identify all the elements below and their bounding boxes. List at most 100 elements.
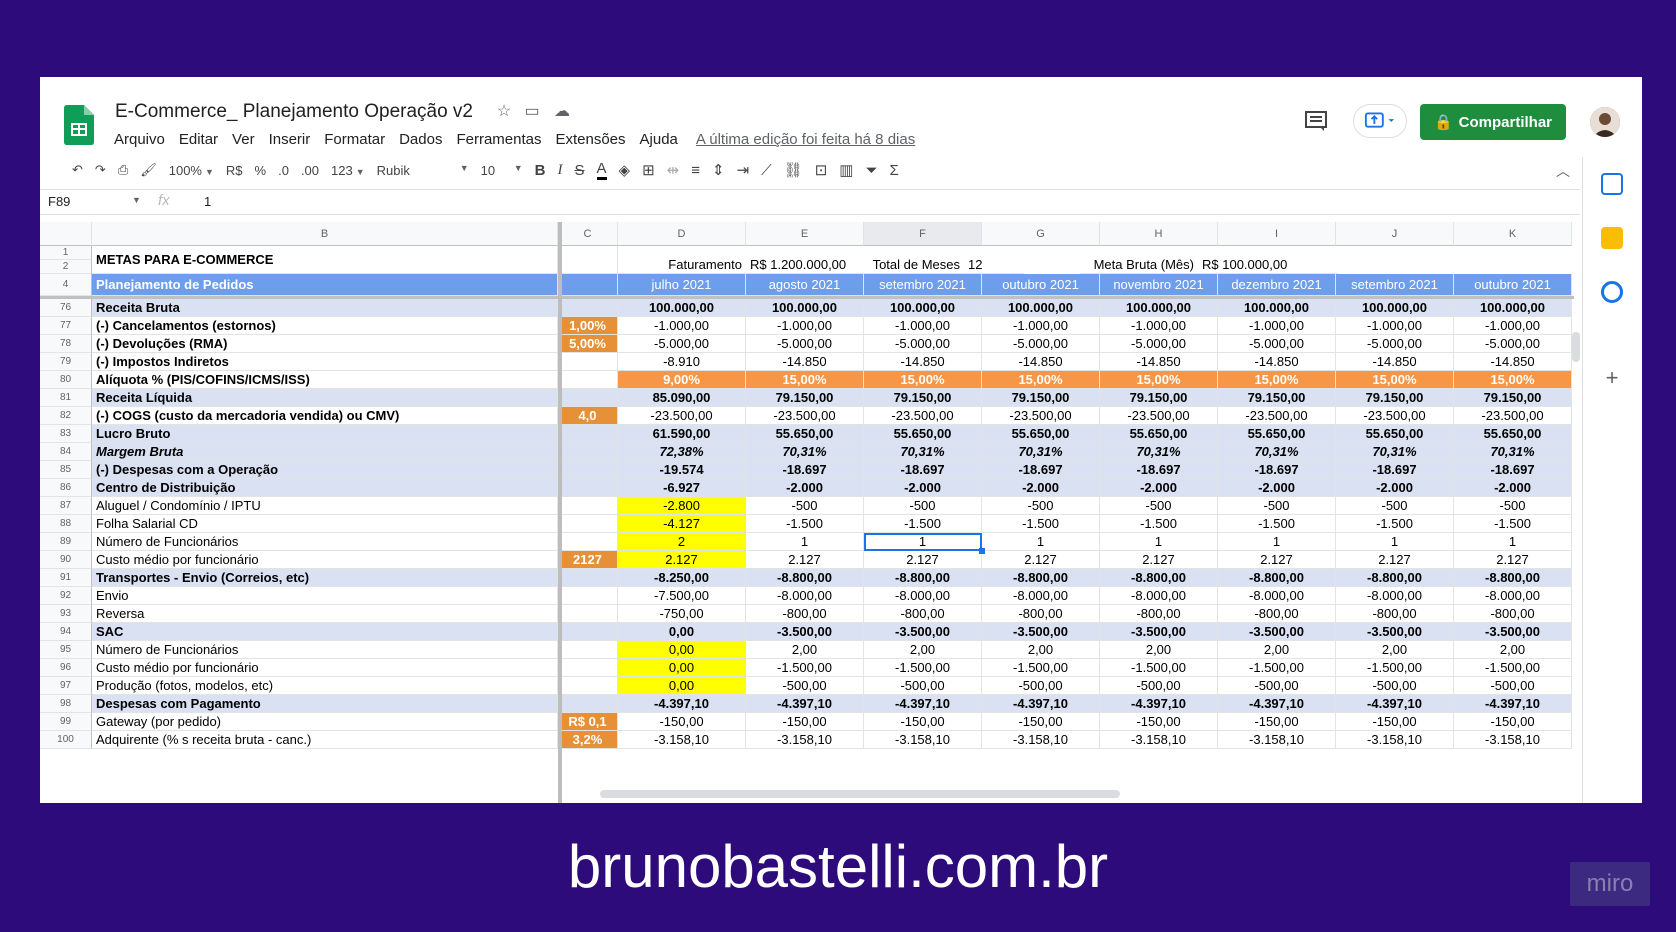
value-cell[interactable]: 2,00	[746, 641, 864, 659]
parameter-cell[interactable]	[558, 587, 618, 605]
value-cell[interactable]: -1.000,00	[746, 317, 864, 335]
value-cell[interactable]: 15,00%	[864, 371, 982, 389]
print-icon[interactable]: ⎙	[118, 162, 128, 178]
value-cell[interactable]: 55.650,00	[1100, 425, 1218, 443]
tasks-icon[interactable]	[1601, 281, 1623, 303]
value-cell[interactable]: -150,00	[982, 713, 1100, 731]
row-label[interactable]: Gateway (por pedido)	[92, 713, 558, 731]
parameter-cell[interactable]	[558, 677, 618, 695]
value-cell[interactable]: -500	[864, 497, 982, 515]
text-wrap-icon[interactable]: ⇥	[737, 161, 750, 179]
row-header[interactable]: 84	[40, 443, 92, 461]
parameter-cell[interactable]: 4,0	[558, 407, 618, 425]
value-cell[interactable]: 2.127	[746, 551, 864, 569]
value-cell[interactable]: -3.500,00	[746, 623, 864, 641]
column-header-b[interactable]: B	[92, 222, 558, 246]
value-cell[interactable]: 2,00	[864, 641, 982, 659]
row-label[interactable]: (-) Despesas com a Operação	[92, 461, 558, 479]
row-label[interactable]: Adquirente (% s receita bruta - canc.)	[92, 731, 558, 749]
value-cell[interactable]: -4.397,10	[746, 695, 864, 713]
row-header[interactable]: 99	[40, 713, 92, 731]
value-cell[interactable]: -8.000,00	[1336, 587, 1454, 605]
value-cell[interactable]: -14.850	[982, 353, 1100, 371]
value-cell[interactable]: -8.000,00	[1218, 587, 1336, 605]
font-size-select[interactable]: 10 ▼	[481, 163, 523, 178]
row-header[interactable]: 2	[40, 260, 92, 274]
value-cell[interactable]: -3.500,00	[1454, 623, 1572, 641]
value-cell[interactable]: -1.000,00	[982, 317, 1100, 335]
value-cell[interactable]: -3.158,10	[982, 731, 1100, 749]
italic-icon[interactable]: I	[557, 162, 562, 179]
month-header[interactable]: novembro 2021	[1100, 274, 1218, 296]
undo-icon[interactable]: ↶	[72, 162, 83, 178]
value-cell[interactable]: 79.150,00	[1454, 389, 1572, 407]
value-cell[interactable]: -750,00	[618, 605, 746, 623]
row-label[interactable]: Despesas com Pagamento	[92, 695, 558, 713]
avatar[interactable]	[1590, 107, 1620, 137]
parameter-cell[interactable]: 5,00%	[558, 335, 618, 353]
cell[interactable]	[558, 246, 618, 274]
row-header[interactable]: 87	[40, 497, 92, 515]
column-header-d[interactable]: D	[618, 222, 746, 246]
cell[interactable]	[558, 274, 618, 296]
filter-icon[interactable]: ⏷	[865, 162, 877, 179]
star-icon[interactable]: ☆	[494, 102, 514, 122]
planning-header[interactable]: Planejamento de Pedidos	[92, 274, 558, 296]
value-cell[interactable]: -3.500,00	[1218, 623, 1336, 641]
row-label[interactable]: Folha Salarial CD	[92, 515, 558, 533]
value-cell[interactable]: 79.150,00	[864, 389, 982, 407]
menu-inserir[interactable]: Inserir	[269, 131, 311, 148]
value-cell[interactable]: -1.500,00	[1100, 659, 1218, 677]
row-header[interactable]: 95	[40, 641, 92, 659]
value-cell[interactable]: -500,00	[982, 677, 1100, 695]
value-cell[interactable]: -3.158,10	[746, 731, 864, 749]
value-cell[interactable]: -18.697	[864, 461, 982, 479]
chevron-down-icon[interactable]: ▼	[132, 195, 141, 205]
more-formats-select[interactable]: 123 ▼	[331, 163, 365, 178]
parameter-cell[interactable]	[558, 695, 618, 713]
parameter-cell[interactable]	[558, 299, 618, 317]
currency-format-button[interactable]: R$	[226, 163, 243, 178]
menu-ferramentas[interactable]: Ferramentas	[456, 131, 541, 148]
row-header[interactable]: 4	[40, 274, 92, 296]
row-label[interactable]: Receita Líquida	[92, 389, 558, 407]
row-header[interactable]: 78	[40, 335, 92, 353]
month-header[interactable]: outubro 2021	[1454, 274, 1572, 296]
row-header[interactable]: 1	[40, 246, 92, 260]
row-header[interactable]: 94	[40, 623, 92, 641]
month-header[interactable]: setembro 2021	[1336, 274, 1454, 296]
value-cell[interactable]: -4.397,10	[1100, 695, 1218, 713]
value-cell[interactable]: -8.800,00	[1218, 569, 1336, 587]
month-header[interactable]: setembro 2021	[864, 274, 982, 296]
value-cell[interactable]: 1	[746, 533, 864, 551]
value-cell[interactable]: 2.127	[1454, 551, 1572, 569]
calendar-icon[interactable]	[1601, 173, 1623, 195]
value-cell[interactable]: 61.590,00	[618, 425, 746, 443]
value-cell[interactable]: 15,00%	[1218, 371, 1336, 389]
value-cell[interactable]: -150,00	[1100, 713, 1218, 731]
value-cell[interactable]: -3.158,10	[1454, 731, 1572, 749]
row-label[interactable]: Aluguel / Condomínio / IPTU	[92, 497, 558, 515]
value-cell[interactable]: -4.397,10	[1336, 695, 1454, 713]
value-cell[interactable]: -1.500	[864, 515, 982, 533]
value-cell[interactable]: -6.927	[618, 479, 746, 497]
move-folder-icon[interactable]: ▭	[522, 102, 542, 122]
value-cell[interactable]: -1.500,00	[1454, 659, 1572, 677]
row-label[interactable]: Custo médio por funcionário	[92, 551, 558, 569]
row-label[interactable]: Número de Funcionários	[92, 641, 558, 659]
sheets-logo-icon[interactable]	[64, 105, 94, 145]
menu-editar[interactable]: Editar	[179, 131, 218, 148]
fill-handle[interactable]	[979, 548, 985, 554]
value-cell[interactable]: -14.850	[1218, 353, 1336, 371]
value-cell[interactable]: -23.500,00	[1100, 407, 1218, 425]
value-cell[interactable]: -8.000,00	[864, 587, 982, 605]
insert-comment-icon[interactable]: ⊡	[815, 161, 828, 179]
collapse-toolbar-icon[interactable]: ︿	[1556, 161, 1570, 181]
parameter-cell[interactable]	[558, 425, 618, 443]
value-cell[interactable]: -8.800,00	[1454, 569, 1572, 587]
borders-icon[interactable]: ⊞	[642, 161, 655, 179]
row-header[interactable]: 80	[40, 371, 92, 389]
month-header[interactable]: outubro 2021	[982, 274, 1100, 296]
row-label[interactable]: Lucro Bruto	[92, 425, 558, 443]
parameter-cell[interactable]	[558, 479, 618, 497]
